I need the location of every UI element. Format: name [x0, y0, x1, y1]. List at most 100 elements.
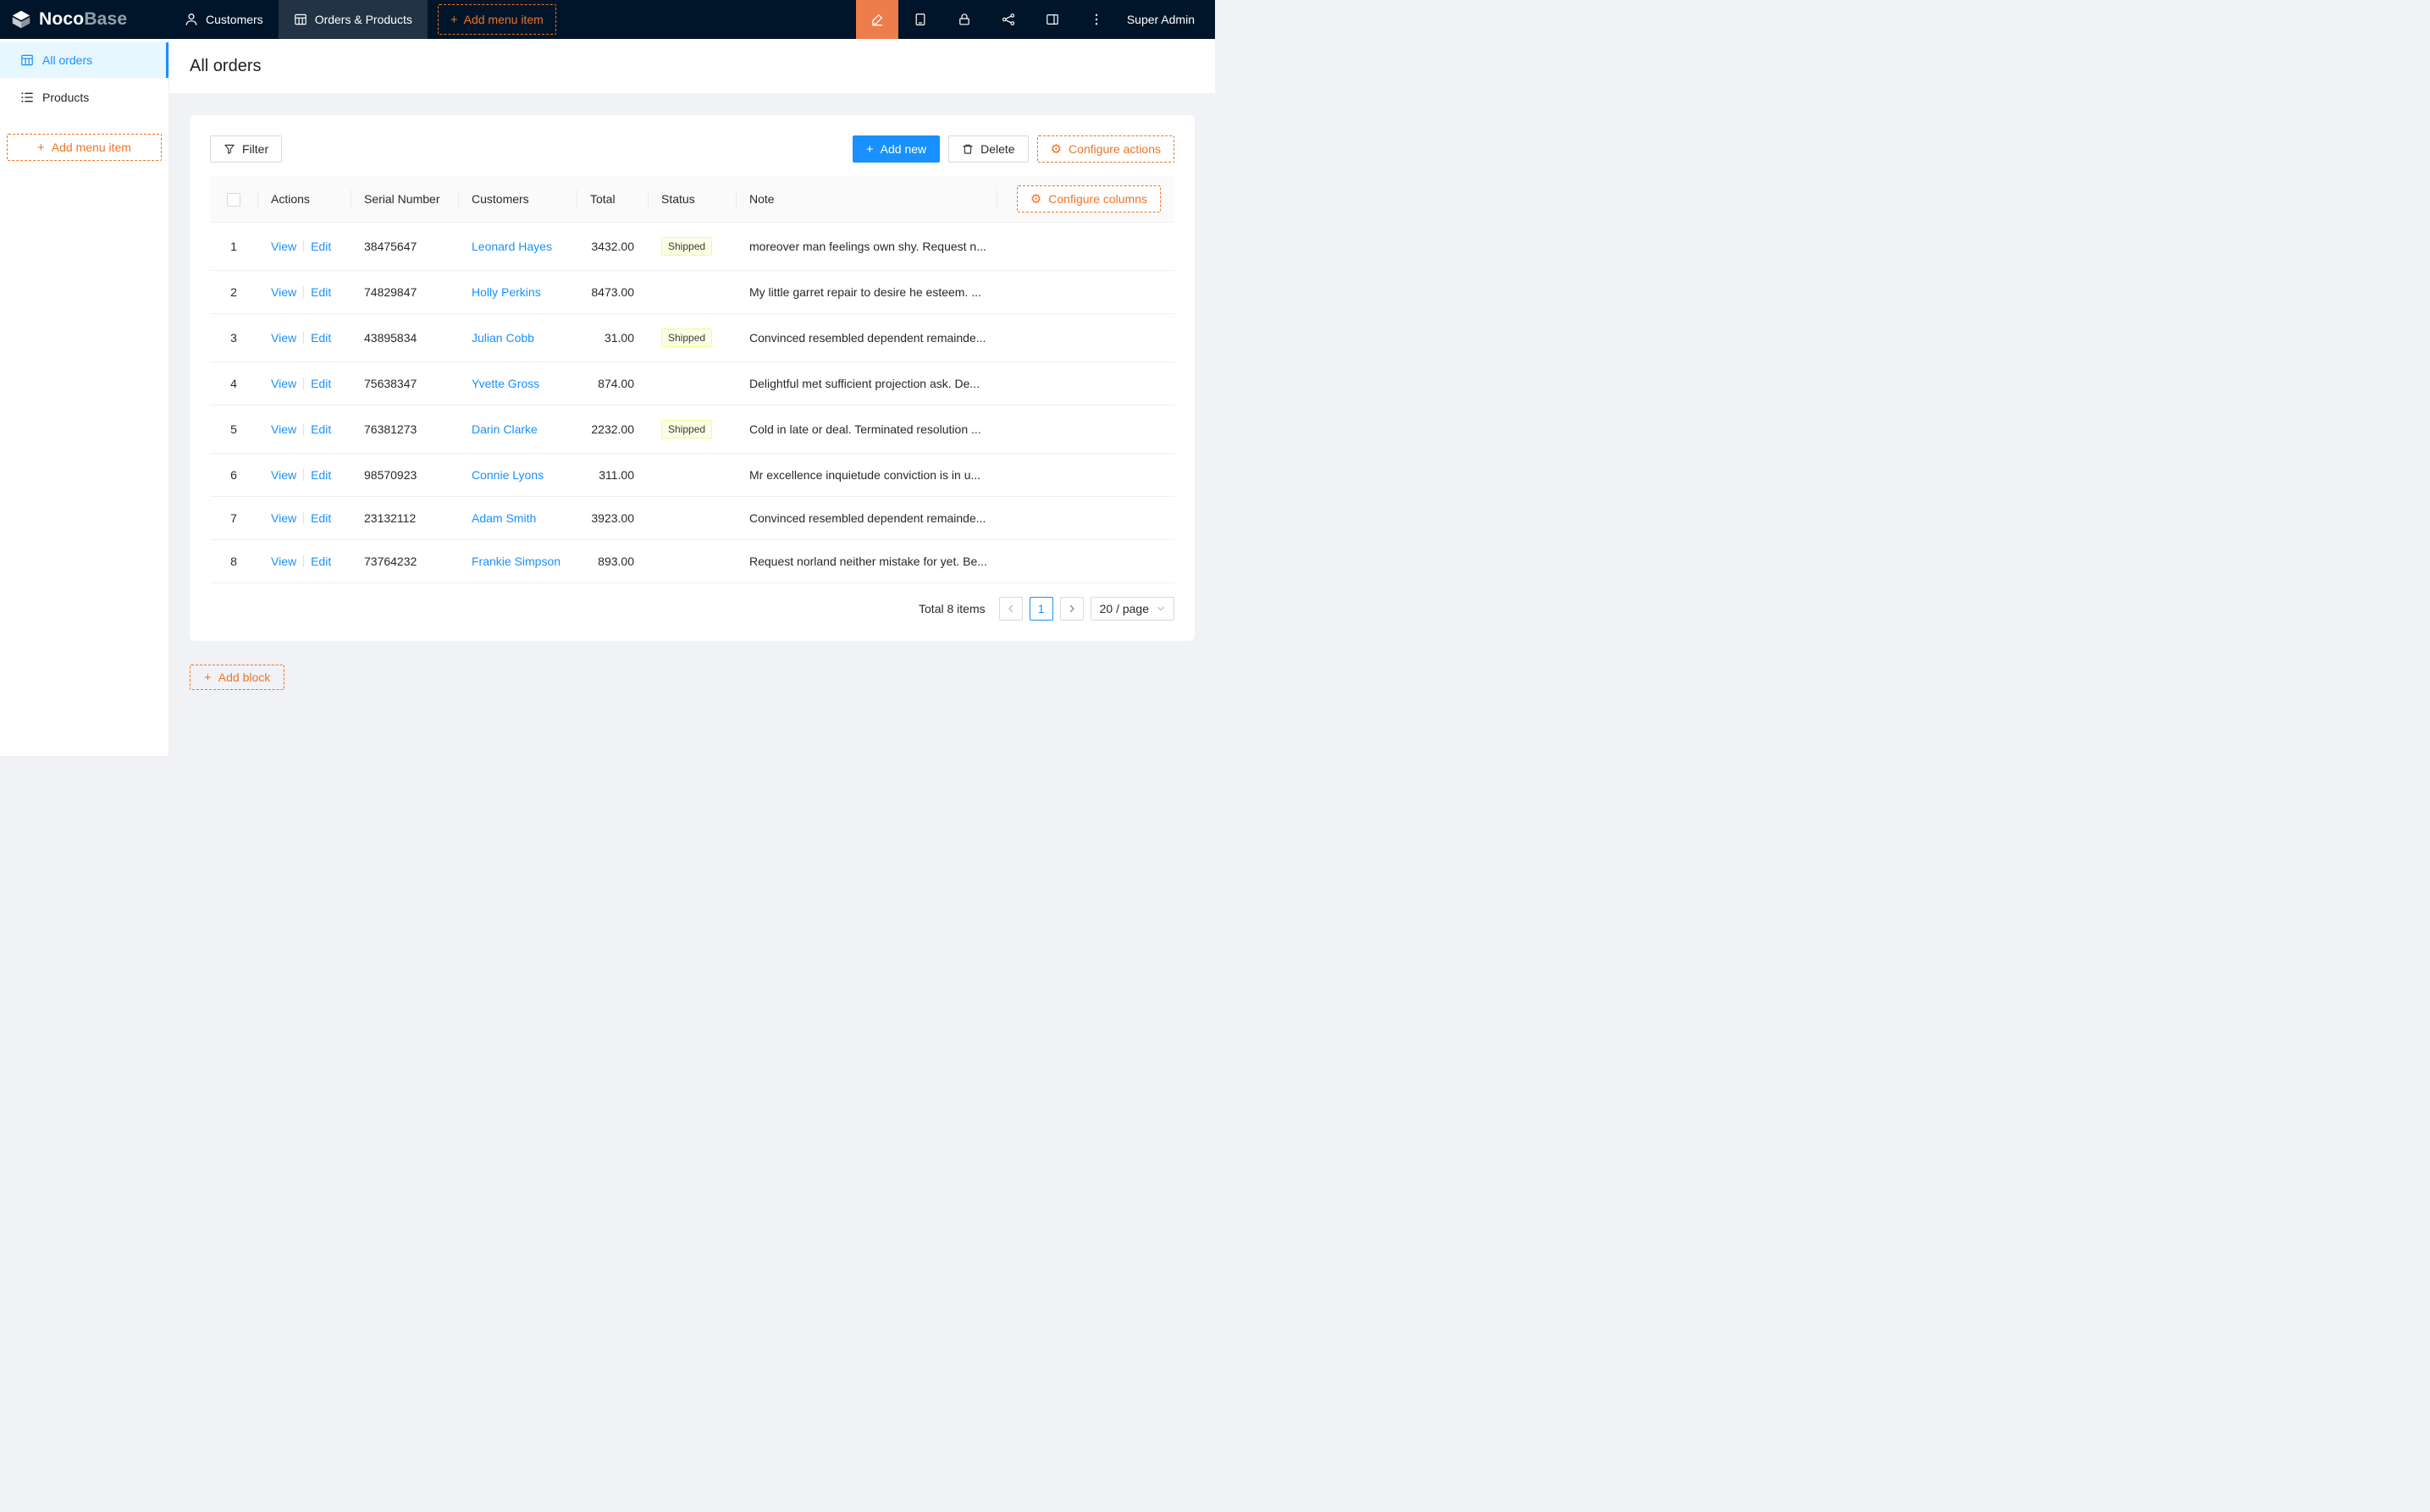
view-link[interactable]: View	[271, 555, 296, 568]
row-index: 7	[210, 497, 257, 540]
configure-actions-button[interactable]: ⚙ Configure actions	[1037, 135, 1174, 163]
filter-button[interactable]: Filter	[210, 135, 282, 163]
view-link[interactable]: View	[271, 331, 296, 345]
status-badge: Shipped	[661, 237, 712, 256]
view-link[interactable]: View	[271, 422, 296, 436]
customer-link[interactable]: Darin Clarke	[472, 422, 538, 436]
customer-link[interactable]: Frankie Simpson	[472, 555, 561, 568]
status-badge: Shipped	[661, 420, 712, 439]
orders-table: Actions Serial Number Customers Total St…	[210, 176, 1174, 583]
table-row: 6 ViewEdit 98570923 Connie Lyons 311.00 …	[210, 454, 1174, 497]
edit-link[interactable]: Edit	[311, 331, 331, 345]
more-button[interactable]	[1074, 0, 1118, 39]
page-title: All orders	[190, 57, 261, 76]
row-index: 1	[210, 223, 257, 271]
edit-link[interactable]: Edit	[311, 511, 331, 525]
edit-link[interactable]: Edit	[311, 422, 331, 436]
page-header: All orders	[169, 39, 1215, 93]
customer-link[interactable]: Yvette Gross	[472, 377, 539, 390]
note-cell: Mr excellence inquietude conviction is i…	[736, 454, 997, 497]
page-size-select[interactable]: 20 / page	[1091, 597, 1174, 621]
view-link[interactable]: View	[271, 511, 296, 525]
logo-text: NocoBase	[39, 9, 127, 30]
row-index: 4	[210, 362, 257, 406]
customer-link[interactable]: Adam Smith	[472, 511, 536, 525]
highlighter-icon	[870, 13, 884, 26]
link-divider	[303, 286, 304, 298]
table-row: 2 ViewEdit 74829847 Holly Perkins 8473.0…	[210, 271, 1174, 314]
pagination-prev-button[interactable]	[999, 597, 1023, 621]
link-divider	[303, 555, 304, 567]
add-block-button[interactable]: + Add block	[190, 665, 284, 690]
logo[interactable]: NocoBase	[0, 0, 169, 39]
add-menu-item-label: Add menu item	[52, 141, 131, 154]
nav-item-label: Customers	[206, 13, 263, 26]
ui-editor-button[interactable]	[856, 0, 898, 39]
serial-number-cell: 74829847	[351, 271, 458, 314]
sidebar-item-all-orders[interactable]: All orders	[0, 42, 168, 78]
lock-icon	[958, 13, 971, 26]
plus-icon: +	[866, 143, 874, 156]
mobile-button[interactable]	[898, 0, 942, 39]
total-cell: 2232.00	[577, 406, 648, 454]
app-root: NocoBase Customers Orders & Products + A…	[0, 0, 1215, 756]
view-link[interactable]: View	[271, 240, 296, 253]
serial-number-cell: 75638347	[351, 362, 458, 406]
table-row: 3 ViewEdit 43895834 Julian Cobb 31.00 Sh…	[210, 314, 1174, 362]
logo-icon	[10, 8, 32, 30]
edit-link[interactable]: Edit	[311, 555, 331, 568]
api-button[interactable]	[986, 0, 1030, 39]
column-header-total: Total	[577, 176, 648, 223]
customer-link[interactable]: Julian Cobb	[472, 331, 534, 345]
configure-columns-label: Configure columns	[1048, 192, 1147, 206]
more-icon	[1090, 13, 1103, 26]
table-row: 5 ViewEdit 76381273 Darin Clarke 2232.00…	[210, 406, 1174, 454]
add-menu-item-button-sidebar[interactable]: + Add menu item	[7, 134, 162, 161]
link-divider	[303, 469, 304, 481]
top-navbar: NocoBase Customers Orders & Products + A…	[0, 0, 1215, 39]
row-index: 2	[210, 271, 257, 314]
user-icon	[185, 13, 198, 26]
add-new-label: Add new	[881, 142, 926, 156]
view-link[interactable]: View	[271, 377, 296, 390]
pagination-next-button[interactable]	[1060, 597, 1084, 621]
main-menu: Customers Orders & Products + Add menu i…	[169, 0, 566, 39]
note-cell: Convinced resembled dependent remainde..…	[736, 314, 997, 362]
edit-link[interactable]: Edit	[311, 240, 331, 253]
customer-link[interactable]: Connie Lyons	[472, 468, 544, 482]
nav-item-customers[interactable]: Customers	[169, 0, 279, 39]
edit-link[interactable]: Edit	[311, 377, 331, 390]
table-icon	[20, 53, 34, 67]
table-icon	[294, 13, 307, 26]
main-area: All orders Filter +	[169, 39, 1215, 756]
sidebar-item-products[interactable]: Products	[0, 80, 168, 115]
column-header-serial-number: Serial Number	[351, 176, 458, 223]
row-index: 5	[210, 406, 257, 454]
delete-button[interactable]: Delete	[948, 135, 1028, 163]
configure-columns-button[interactable]: ⚙ Configure columns	[1017, 185, 1161, 212]
serial-number-cell: 23132112	[351, 497, 458, 540]
lock-button[interactable]	[942, 0, 986, 39]
edit-link[interactable]: Edit	[311, 285, 331, 299]
plus-icon: +	[37, 141, 45, 154]
user-menu[interactable]: Super Admin	[1118, 13, 1215, 26]
total-cell: 31.00	[577, 314, 648, 362]
view-link[interactable]: View	[271, 285, 296, 299]
customer-link[interactable]: Leonard Hayes	[472, 240, 552, 253]
add-menu-item-button-nav[interactable]: + Add menu item	[438, 4, 556, 35]
customer-link[interactable]: Holly Perkins	[472, 285, 541, 299]
sidebar-item-label: All orders	[42, 53, 92, 67]
view-link[interactable]: View	[271, 468, 296, 482]
column-header-customers: Customers	[458, 176, 577, 223]
note-cell: Convinced resembled dependent remainde..…	[736, 497, 997, 540]
edit-link[interactable]: Edit	[311, 468, 331, 482]
serial-number-cell: 98570923	[351, 454, 458, 497]
plus-icon: +	[204, 671, 212, 684]
add-new-button[interactable]: + Add new	[853, 135, 940, 163]
select-all-checkbox[interactable]	[227, 193, 240, 207]
layout-button[interactable]	[1030, 0, 1074, 39]
pagination-page-1[interactable]: 1	[1030, 597, 1053, 621]
nav-item-orders-products[interactable]: Orders & Products	[279, 0, 428, 39]
gear-icon: ⚙	[1030, 193, 1041, 206]
link-divider	[303, 423, 304, 435]
